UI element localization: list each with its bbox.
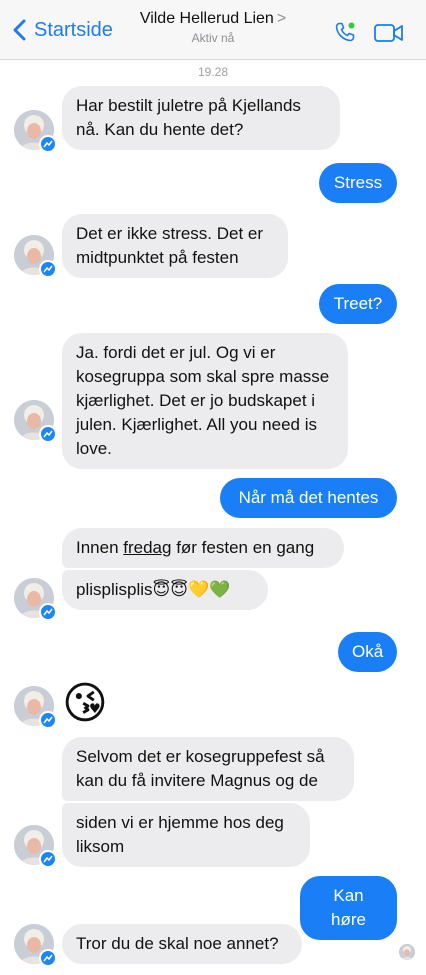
incoming-message[interactable]: Tror du de skal noe annet? bbox=[62, 924, 302, 964]
back-button[interactable]: Startside bbox=[10, 18, 113, 42]
avatar[interactable] bbox=[14, 924, 57, 967]
outgoing-message[interactable]: Kan høre bbox=[300, 876, 397, 940]
messenger-bolt-icon bbox=[39, 603, 57, 621]
incoming-message[interactable]: Har bestilt juletre på Kjellands nå. Kan… bbox=[62, 86, 340, 150]
messenger-bolt-icon bbox=[39, 850, 57, 868]
message-timestamp: 19.28 bbox=[197, 65, 229, 79]
incoming-message[interactable]: siden vi er hjemme hos deg liksom bbox=[62, 803, 310, 867]
chevron-right-icon: > bbox=[276, 10, 287, 27]
incoming-message[interactable]: Innen fredag før festen en gang bbox=[62, 528, 344, 568]
incoming-message[interactable]: Det er ikke stress. Det er midtpunktet p… bbox=[62, 214, 288, 278]
avatar[interactable] bbox=[14, 686, 57, 729]
messenger-bolt-icon bbox=[39, 949, 57, 967]
avatar[interactable] bbox=[14, 400, 57, 443]
avatar[interactable] bbox=[14, 578, 57, 621]
messenger-bolt-icon bbox=[39, 711, 57, 729]
seen-avatar bbox=[399, 944, 415, 960]
message-text: Innen bbox=[76, 538, 124, 557]
outgoing-message[interactable]: Treet? bbox=[319, 284, 397, 324]
conversation-header: Startside Vilde Hellerud Lien > Aktiv nå bbox=[0, 0, 426, 60]
incoming-message[interactable]: plisplisplis😇😇💛💚 bbox=[62, 570, 268, 610]
incoming-message[interactable]: Ja. fordi det er jul. Og vi er kosegrupp… bbox=[62, 333, 348, 469]
incoming-message[interactable]: Selvom det er kosegruppefest så kan du f… bbox=[62, 737, 354, 801]
contact-title[interactable]: Vilde Hellerud Lien > Aktiv nå bbox=[120, 10, 306, 45]
messenger-bolt-icon bbox=[39, 135, 57, 153]
message-text: før festen en gang bbox=[171, 538, 315, 557]
outgoing-message[interactable]: Stress bbox=[319, 163, 397, 203]
date-link[interactable]: fredag bbox=[123, 538, 171, 557]
outgoing-message[interactable]: Når må det hentes bbox=[220, 478, 397, 518]
contact-name[interactable]: Vilde Hellerud Lien > bbox=[120, 10, 306, 28]
chevron-left-icon bbox=[13, 19, 26, 41]
phone-icon[interactable] bbox=[333, 20, 357, 44]
avatar[interactable] bbox=[14, 235, 57, 278]
video-camera-icon[interactable] bbox=[374, 23, 404, 43]
avatar[interactable] bbox=[14, 110, 57, 153]
emoji-message[interactable]: 😘 bbox=[62, 680, 108, 728]
messenger-bolt-icon bbox=[39, 425, 57, 443]
back-label: Startside bbox=[34, 18, 113, 41]
messenger-bolt-icon bbox=[39, 260, 57, 278]
avatar[interactable] bbox=[14, 825, 57, 868]
contact-status: Aktiv nå bbox=[191, 31, 235, 45]
outgoing-message[interactable]: Okå bbox=[338, 632, 397, 672]
